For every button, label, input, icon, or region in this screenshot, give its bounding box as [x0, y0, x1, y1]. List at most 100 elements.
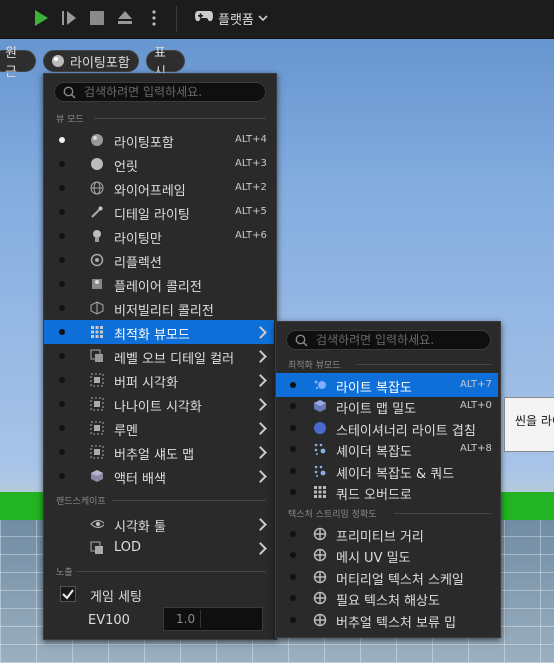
menu-item-landscape[interactable]: 시각화 툴	[44, 512, 274, 536]
buffer-visualization-icon	[90, 373, 104, 387]
lumen-icon	[90, 421, 104, 435]
menu-item-label: 비저빌리티 콜리전	[114, 304, 214, 319]
menu-item-optimization[interactable]: 셰이더 복잡도 ALT+8	[276, 437, 498, 461]
shortcut-label: ALT+8	[460, 443, 492, 455]
lightmap-density-icon	[313, 399, 327, 413]
step-icon[interactable]	[58, 7, 80, 29]
view-mode-button[interactable]: 라이팅포함	[43, 50, 139, 72]
menu-item-label: 버추얼 섀도 맵	[114, 448, 195, 463]
radio-indicator	[290, 382, 296, 388]
platform-dropdown[interactable]: 플랫폼	[194, 6, 268, 30]
ev100-input[interactable]: 1.0	[163, 607, 263, 631]
shortcut-label: ALT+2	[235, 182, 267, 193]
section-divider	[94, 118, 266, 119]
menu-item-view-mode[interactable]: 버추얼 섀도 맵	[44, 440, 274, 464]
radio-indicator	[290, 424, 296, 431]
view-mode-search-input[interactable]	[82, 84, 265, 100]
menu-item-view-mode[interactable]: 디테일 라이팅 ALT+5	[44, 200, 274, 224]
menu-item-optimization[interactable]: 스테이셔너리 라이트 겹침	[276, 416, 498, 440]
menu-item-label: 스테이셔너리 라이트 겹침	[336, 423, 476, 439]
chevron-right-icon	[254, 518, 267, 531]
chevron-right-icon	[254, 470, 267, 483]
menu-item-view-mode[interactable]: 와이어프레임 ALT+2	[44, 176, 274, 200]
menu-item-view-mode[interactable]: 나나이트 시각화	[44, 392, 274, 416]
chevron-right-icon	[254, 542, 267, 555]
menu-item-view-mode[interactable]: 레벨 오브 디테일 컬러	[44, 344, 274, 368]
optimization-search-field[interactable]	[286, 330, 491, 350]
radio-indicator	[59, 473, 65, 479]
shortcut-label: ALT+6	[235, 230, 267, 241]
lit-sphere-icon	[51, 54, 65, 68]
menu-item-texture-streaming[interactable]: 머티리얼 텍스처 스케일	[276, 565, 498, 589]
menu-item-label: LOD	[114, 540, 142, 555]
optimization-search-input[interactable]	[314, 332, 490, 348]
menu-item-view-mode[interactable]: 비저빌리티 콜리전	[44, 296, 274, 320]
section-divider	[356, 364, 491, 365]
game-settings-checkbox[interactable]	[60, 586, 76, 602]
more-options-icon[interactable]	[143, 7, 165, 29]
menu-item-view-mode[interactable]: 최적화 뷰모드	[44, 320, 274, 344]
play-icon[interactable]	[30, 7, 52, 29]
search-icon	[295, 334, 308, 347]
menu-item-view-mode[interactable]: 언릿 ALT+3	[44, 152, 274, 176]
tooltip: 씬을 라이	[504, 397, 554, 452]
shortcut-label: ALT+0	[460, 400, 492, 412]
optimization-view-modes-submenu: 최적화 뷰모드 라이트 복잡도 ALT+7 라이트 맵 밀도 ALT+0 스테이셔너리 …	[275, 321, 501, 638]
reflection-icon	[90, 253, 104, 267]
quad-overdraw-icon	[313, 485, 327, 499]
view-mode-search-field[interactable]	[54, 82, 266, 102]
checkmark-icon	[62, 589, 74, 600]
menu-item-view-mode[interactable]: 플레이어 콜리전	[44, 272, 274, 296]
menu-item-label: 플레이어 콜리전	[114, 280, 202, 295]
menu-item-texture-streaming[interactable]: 메시 UV 밀도	[276, 543, 498, 567]
menu-item-optimization[interactable]: 셰이더 복잡도 & 쿼드	[276, 459, 498, 483]
radio-indicator	[290, 467, 296, 474]
menu-item-optimization[interactable]: 라이트 맵 밀도 ALT+0	[276, 394, 498, 418]
stationary-light-overlap-icon	[313, 421, 327, 435]
menu-item-label: 라이팅만	[114, 232, 162, 247]
radio-indicator	[290, 531, 296, 537]
perspective-button[interactable]: 원근	[0, 46, 36, 80]
menu-item-view-mode[interactable]: 라이팅포함 ALT+4	[44, 128, 274, 152]
menu-item-texture-streaming[interactable]: 프리미티브 거리	[276, 522, 498, 546]
menu-item-landscape[interactable]: LOD	[44, 536, 274, 560]
menu-item-texture-streaming[interactable]: 버추얼 텍스처 보류 밉	[276, 608, 498, 632]
unlit-sphere-icon	[90, 157, 104, 171]
menu-item-view-mode[interactable]: 리플렉션	[44, 248, 274, 272]
shortcut-label: ALT+7	[460, 379, 492, 390]
radio-indicator	[59, 305, 65, 311]
crosshair-icon	[313, 548, 327, 562]
menu-item-view-mode[interactable]: 루멘	[44, 416, 274, 440]
menu-item-optimization[interactable]: 라이트 복잡도 ALT+7	[276, 373, 498, 397]
radio-indicator	[290, 573, 296, 580]
view-mode-label: 라이팅포함	[70, 55, 130, 71]
chevron-down-icon	[258, 11, 268, 26]
toolbar-separator	[176, 6, 177, 32]
radio-indicator	[59, 281, 65, 287]
eject-icon[interactable]	[114, 7, 136, 29]
chevron-right-icon	[254, 326, 267, 339]
menu-item-view-mode[interactable]: 액터 배색	[44, 464, 274, 488]
section-optimization: 최적화 뷰모드	[288, 361, 341, 371]
radio-indicator	[59, 353, 65, 359]
player-collision-icon	[90, 277, 104, 291]
stop-icon[interactable]	[86, 7, 108, 29]
show-button[interactable]: 표시	[146, 46, 185, 80]
menu-item-view-mode[interactable]: 버퍼 시각화	[44, 368, 274, 392]
menu-item-texture-streaming[interactable]: 필요 텍스처 해상도	[276, 586, 498, 610]
game-settings-label: 게임 세팅	[90, 590, 142, 605]
menu-item-label: 라이팅포함	[114, 136, 174, 151]
section-divider	[76, 571, 266, 572]
shortcut-label: ALT+3	[235, 158, 267, 169]
menu-item-optimization[interactable]: 쿼드 오버드로	[276, 480, 498, 504]
radio-indicator	[59, 329, 65, 335]
ev100-value: 1.0	[176, 612, 196, 626]
radio-indicator	[59, 257, 65, 263]
menu-item-view-mode[interactable]: 라이팅만 ALT+6	[44, 224, 274, 248]
ev100-label: EV100	[88, 613, 130, 628]
menu-item-label: 루멘	[114, 424, 138, 439]
shortcut-label: ALT+5	[235, 206, 267, 217]
menu-item-label: 리플렉션	[114, 256, 162, 271]
search-icon	[63, 86, 76, 99]
menu-item-label: 와이어프레임	[114, 184, 186, 199]
